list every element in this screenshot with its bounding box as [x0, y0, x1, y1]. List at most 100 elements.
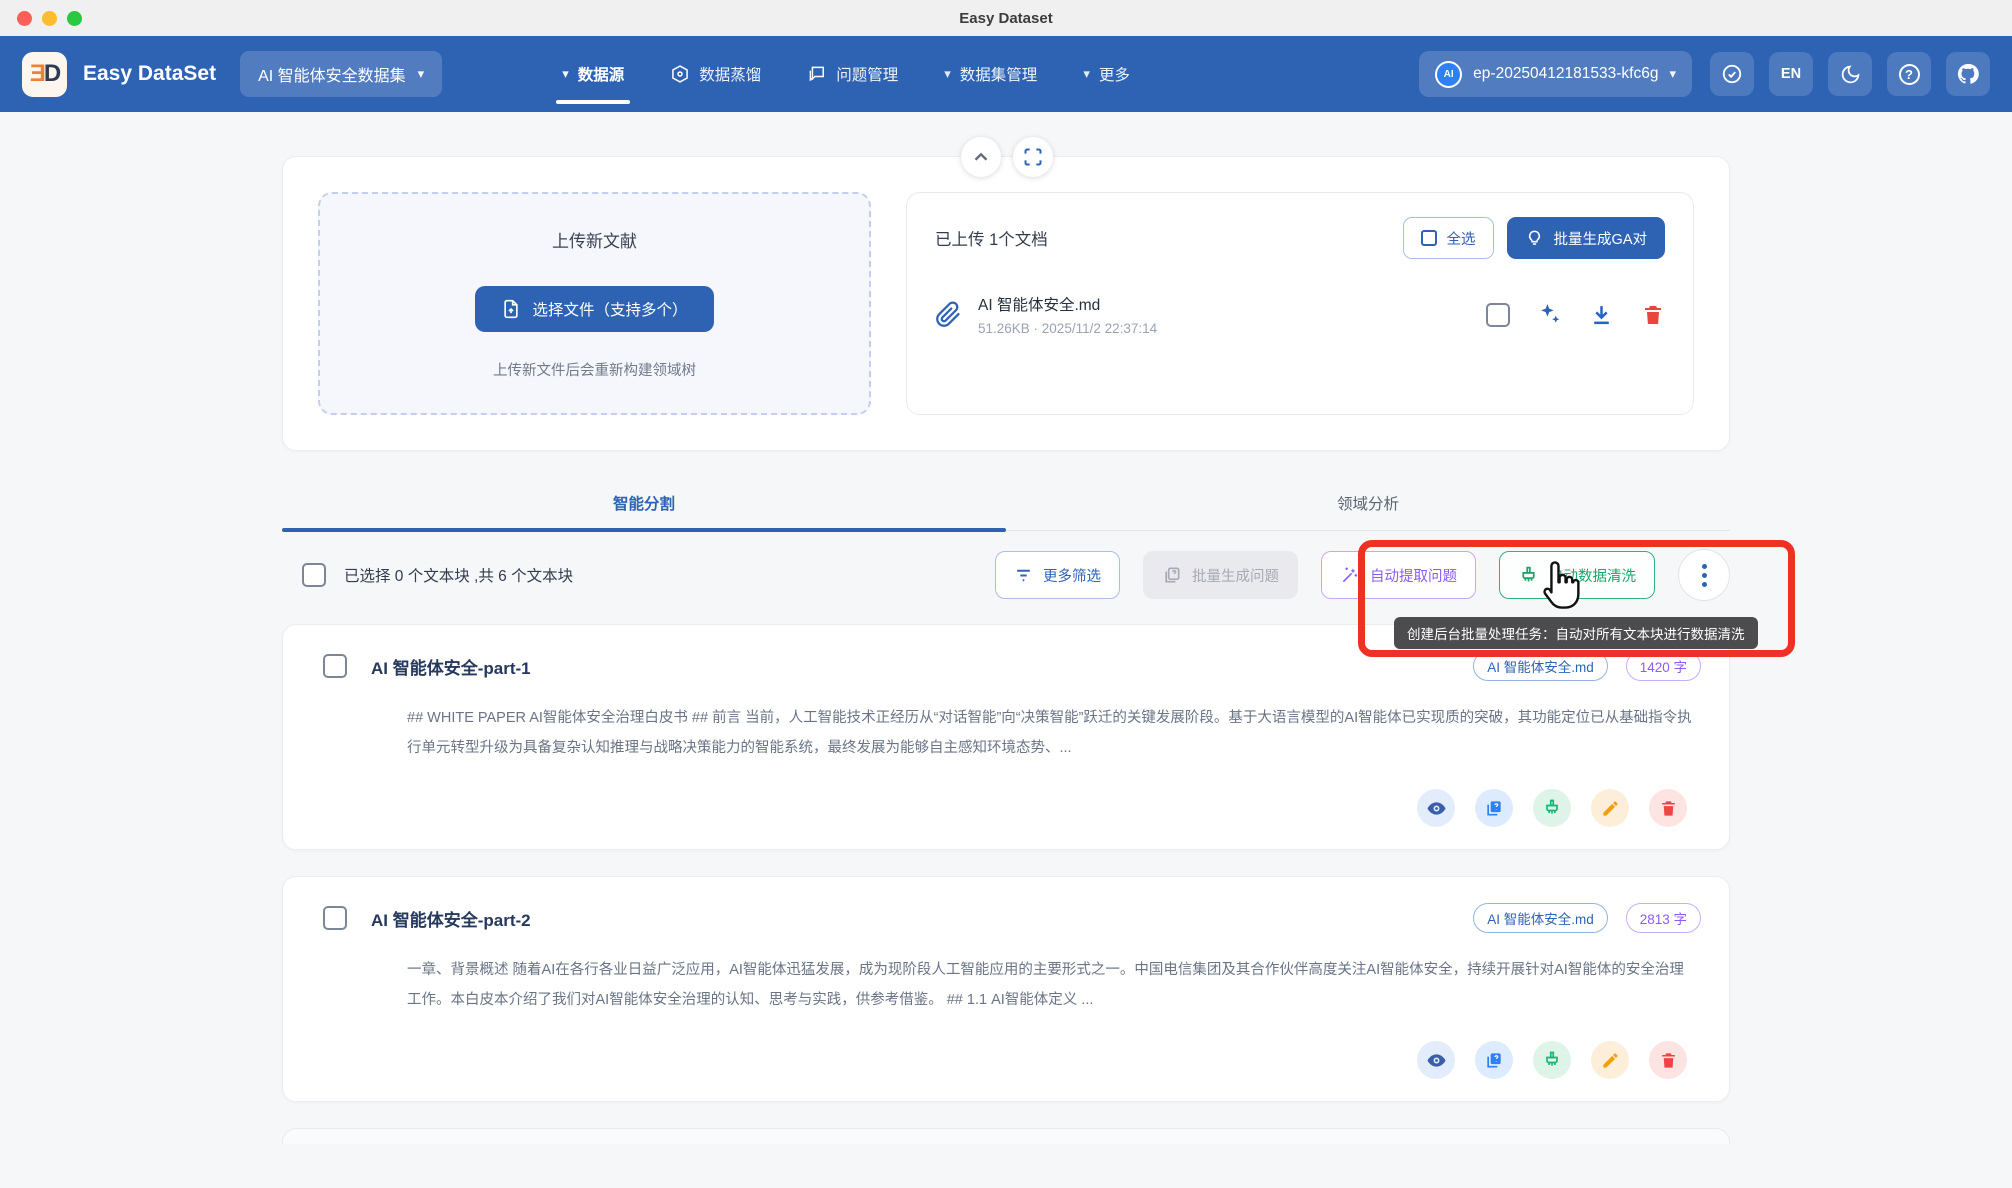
macos-titlebar: Easy Dataset: [0, 0, 2012, 36]
download-icon: [1589, 302, 1614, 327]
question-circle-icon: [1899, 64, 1920, 85]
chunk-questions-button[interactable]: [1475, 1041, 1513, 1079]
delete-chunk-button[interactable]: [1649, 1041, 1687, 1079]
chunk-questions-button[interactable]: [1475, 789, 1513, 827]
distill-hexagon-icon: [670, 64, 690, 84]
github-icon: [1956, 62, 1980, 86]
tab-domain-analysis[interactable]: 领域分析: [1006, 492, 1730, 530]
fullscreen-icon: [1023, 147, 1043, 167]
trash-icon: [1659, 799, 1678, 818]
chunks-toolbar: 已选择 0 个文本块 ,共 6 个文本块 更多筛选 批量生成问题 自动提取问题 …: [282, 549, 1730, 601]
caret-down-icon: [944, 65, 951, 83]
source-file-badge: AI 智能体安全.md: [1473, 903, 1608, 933]
main-nav: 数据源 数据蒸馏 问题管理 数据集管理 更多: [562, 36, 1130, 112]
chunk-checkbox[interactable]: [323, 906, 347, 930]
caret-down-icon: [418, 65, 425, 83]
edit-chunk-button[interactable]: [1591, 1041, 1629, 1079]
batch-generate-questions-label: 批量生成问题: [1192, 565, 1279, 586]
batch-generate-questions-button[interactable]: 批量生成问题: [1143, 551, 1298, 599]
logo-icon: ƎD: [30, 60, 59, 88]
uploaded-documents-panel: 已上传 1个文档 全选 批量生成GA对 AI 智能体安全.md 51.: [906, 192, 1694, 415]
documents-module: 上传新文献 选择文件（支持多个） 上传新文件后会重新构建领域树 已上传 1个文档…: [282, 156, 1730, 451]
model-selector[interactable]: AI ep-20250412181533-kfc6g: [1419, 51, 1692, 97]
select-all-button[interactable]: 全选: [1403, 217, 1494, 259]
nav-label: 数据蒸馏: [699, 63, 761, 85]
active-nav-underline: [556, 100, 630, 104]
view-chunk-button[interactable]: [1417, 789, 1455, 827]
chunk-content: ## WHITE PAPER AI智能体安全治理白皮书 ## 前言 当前，人工智…: [311, 703, 1701, 763]
select-all-chunks-checkbox[interactable]: [302, 563, 326, 587]
clean-chunk-button[interactable]: [1533, 1041, 1571, 1079]
clean-chunk-button[interactable]: [1533, 789, 1571, 827]
app-logo[interactable]: ƎD: [22, 52, 67, 97]
nav-item-datasource[interactable]: 数据源: [562, 36, 624, 112]
github-button[interactable]: [1946, 52, 1990, 96]
clean-brush-icon: [1542, 798, 1562, 818]
nav-label: 问题管理: [836, 63, 898, 85]
nav-item-more[interactable]: 更多: [1083, 36, 1130, 112]
edit-chunk-button[interactable]: [1591, 789, 1629, 827]
language-button[interactable]: EN: [1769, 52, 1813, 96]
chunk-title: AI 智能体安全-part-1: [371, 654, 531, 679]
nav-item-distill[interactable]: 数据蒸馏: [670, 36, 761, 112]
choose-files-label: 选择文件（支持多个）: [532, 298, 687, 320]
download-file-button[interactable]: [1589, 302, 1614, 327]
brand-name: Easy DataSet: [83, 62, 216, 86]
char-count-badge: 1420 字: [1626, 651, 1701, 681]
ai-model-icon: AI: [1435, 61, 1462, 88]
nav-item-datasets[interactable]: 数据集管理: [944, 36, 1037, 112]
pencil-icon: [1601, 1051, 1620, 1070]
help-button[interactable]: [1887, 52, 1931, 96]
file-name: AI 智能体安全.md: [978, 293, 1157, 315]
fullscreen-button[interactable]: [1013, 137, 1053, 177]
chunk-checkbox[interactable]: [323, 654, 347, 678]
delete-chunk-button[interactable]: [1649, 789, 1687, 827]
eye-icon: [1426, 798, 1447, 819]
check-circle-icon: [1721, 63, 1743, 85]
nav-item-questions[interactable]: 问题管理: [807, 36, 898, 112]
select-all-label: 全选: [1447, 228, 1476, 249]
eye-icon: [1426, 1050, 1447, 1071]
view-chunk-button[interactable]: [1417, 1041, 1455, 1079]
auto-data-clean-label: 自动数据清洗: [1549, 565, 1636, 586]
uploaded-count-label: 已上传 1个文档: [935, 226, 1048, 250]
chunk-title: AI 智能体安全-part-2: [371, 906, 531, 931]
batch-generate-ga-label: 批量生成GA对: [1554, 228, 1647, 249]
model-selector-label: ep-20250412181533-kfc6g: [1473, 65, 1658, 83]
project-selector[interactable]: AI 智能体安全数据集: [240, 51, 442, 97]
pencil-icon: [1601, 799, 1620, 818]
generate-sparkles-button[interactable]: [1537, 302, 1562, 327]
delete-file-button[interactable]: [1641, 303, 1665, 327]
trash-icon: [1659, 1051, 1678, 1070]
selection-summary: 已选择 0 个文本块 ,共 6 个文本块: [344, 564, 573, 586]
collapse-panel-button[interactable]: [961, 137, 1001, 177]
auto-clean-tooltip: 创建后台批量处理任务：自动对所有文本块进行数据清洗: [1394, 617, 1758, 649]
auto-extract-questions-label: 自动提取问题: [1370, 565, 1457, 586]
tab-smart-split[interactable]: 智能分割: [282, 492, 1006, 530]
more-filters-button[interactable]: 更多筛选: [995, 551, 1120, 599]
view-tabs: 智能分割 领域分析: [282, 492, 1730, 531]
auto-data-clean-button[interactable]: 自动数据清洗: [1499, 551, 1655, 599]
auto-extract-questions-button[interactable]: 自动提取问题: [1321, 551, 1476, 599]
project-selector-label: AI 智能体安全数据集: [258, 62, 406, 86]
batch-generate-ga-button[interactable]: 批量生成GA对: [1507, 217, 1665, 259]
question-docs-icon: [1484, 798, 1504, 818]
moon-icon: [1840, 64, 1861, 85]
more-actions-button[interactable]: [1678, 549, 1730, 601]
nav-label: 更多: [1099, 63, 1130, 85]
upload-title: 上传新文献: [552, 227, 637, 252]
more-filters-label: 更多筛选: [1043, 565, 1101, 586]
file-checkbox[interactable]: [1486, 303, 1510, 327]
tasks-button[interactable]: [1710, 52, 1754, 96]
chunk-content: 一章、背景概述 随着AI在各行各业日益广泛应用，AI智能体迅猛发展，成为现阶段人…: [311, 955, 1701, 1015]
app-header: ƎD Easy DataSet AI 智能体安全数据集 数据源 数据蒸馏 问题管…: [0, 36, 2012, 112]
clean-brush-icon: [1518, 565, 1539, 586]
magic-wand-icon: [1340, 565, 1360, 585]
trash-icon: [1641, 303, 1665, 327]
chunk-card-part-2: AI 智能体安全-part-2 AI 智能体安全.md 2813 字 一章、背景…: [282, 876, 1730, 1102]
header-actions: EN: [1710, 52, 1990, 96]
filter-icon: [1014, 566, 1033, 585]
choose-files-button[interactable]: 选择文件（支持多个）: [475, 286, 713, 332]
theme-toggle-button[interactable]: [1828, 52, 1872, 96]
upload-dropzone[interactable]: 上传新文献 选择文件（支持多个） 上传新文件后会重新构建领域树: [318, 192, 871, 415]
